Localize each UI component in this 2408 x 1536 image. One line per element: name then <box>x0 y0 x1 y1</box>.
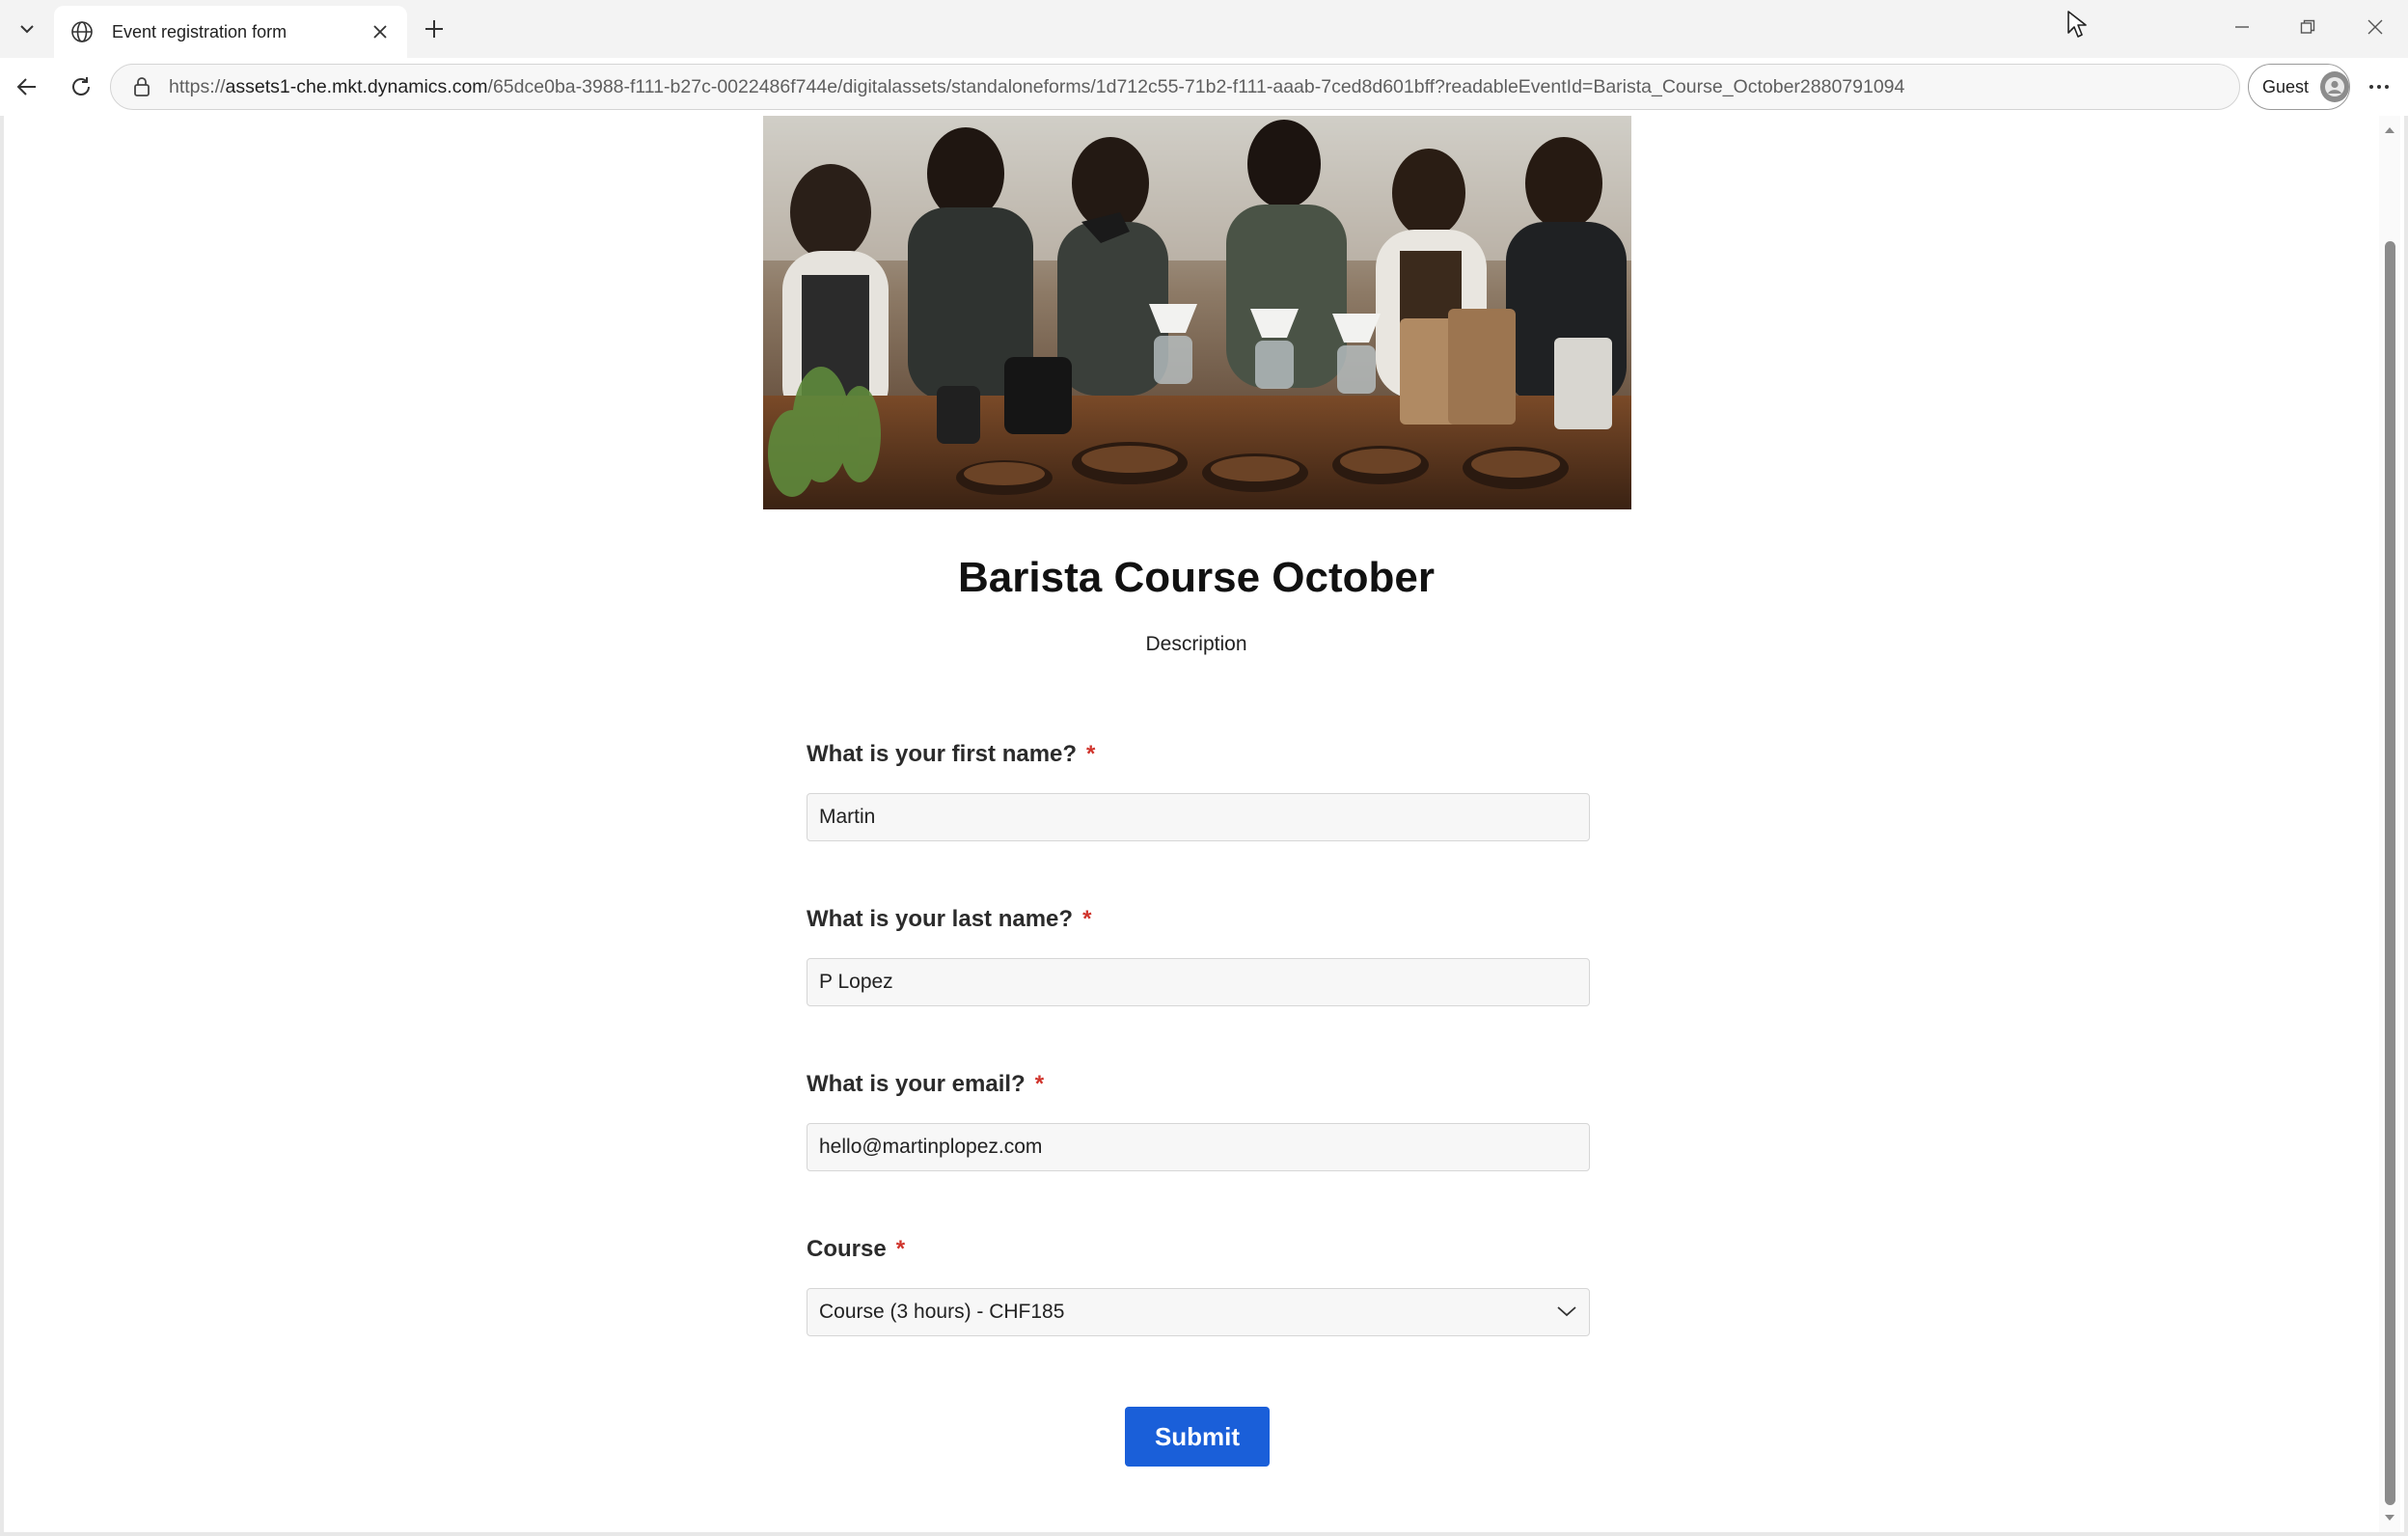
browser-tab-bar: Event registration form <box>0 0 2408 58</box>
close-icon[interactable] <box>367 18 394 45</box>
profile-label: Guest <box>2262 76 2310 96</box>
last-name-field[interactable]: P Lopez <box>807 958 1590 1006</box>
scroll-down-arrow-icon[interactable] <box>2379 1507 2400 1528</box>
required-marker: * <box>1082 906 1092 932</box>
submit-button[interactable]: Submit <box>1125 1407 1270 1467</box>
scroll-up-arrow-icon[interactable] <box>2379 120 2400 141</box>
window-close-icon[interactable] <box>2346 8 2404 46</box>
last-name-label: What is your last name? * <box>807 906 1092 932</box>
page-viewport: Barista Course October Description What … <box>0 116 2408 1536</box>
browser-tab[interactable]: Event registration form <box>54 6 407 58</box>
required-marker: * <box>895 1236 906 1262</box>
minimize-icon[interactable] <box>2213 8 2271 46</box>
email-value: hello@martinplopez.com <box>819 1136 1043 1158</box>
profile-button[interactable]: Guest <box>2248 64 2350 110</box>
globe-icon <box>69 19 95 44</box>
event-description: Description <box>1145 633 1247 655</box>
event-title: Barista Course October <box>958 554 1435 601</box>
lock-icon[interactable] <box>130 75 153 98</box>
tab-title: Event registration form <box>112 21 287 41</box>
ellipsis-icon[interactable] <box>2362 69 2396 104</box>
required-marker: * <box>1034 1071 1045 1097</box>
back-arrow-icon[interactable] <box>10 69 44 104</box>
course-label: Course * <box>807 1236 906 1262</box>
last-name-value: P Lopez <box>819 971 893 993</box>
avatar-icon <box>2320 71 2349 102</box>
first-name-field[interactable]: Martin <box>807 793 1590 841</box>
first-name-value: Martin <box>819 806 876 828</box>
mouse-cursor-icon <box>2067 11 2087 38</box>
course-selected-value: Course (3 hours) - CHF185 <box>819 1301 1065 1323</box>
first-name-label: What is your first name? * <box>807 741 1096 767</box>
chevron-down-icon <box>1556 1301 1577 1324</box>
page-scrollbar[interactable] <box>2379 116 2400 1532</box>
address-bar[interactable]: https://assets1-che.mkt.dynamics.com/65d… <box>110 64 2240 110</box>
email-field[interactable]: hello@martinplopez.com <box>807 1123 1590 1171</box>
course-select[interactable]: Course (3 hours) - CHF185 <box>807 1288 1590 1336</box>
scroll-thumb[interactable] <box>2385 241 2395 1505</box>
url-text: https://assets1-che.mkt.dynamics.com/65d… <box>169 75 1905 97</box>
refresh-icon[interactable] <box>64 69 98 104</box>
required-marker: * <box>1086 741 1096 767</box>
plus-icon[interactable] <box>419 14 450 44</box>
browser-toolbar: https://assets1-che.mkt.dynamics.com/65d… <box>0 58 2408 116</box>
email-label: What is your email? * <box>807 1071 1045 1097</box>
restore-icon[interactable] <box>2279 8 2337 46</box>
tab-list-chevron-icon[interactable] <box>10 14 44 44</box>
event-banner-image <box>763 116 1631 509</box>
